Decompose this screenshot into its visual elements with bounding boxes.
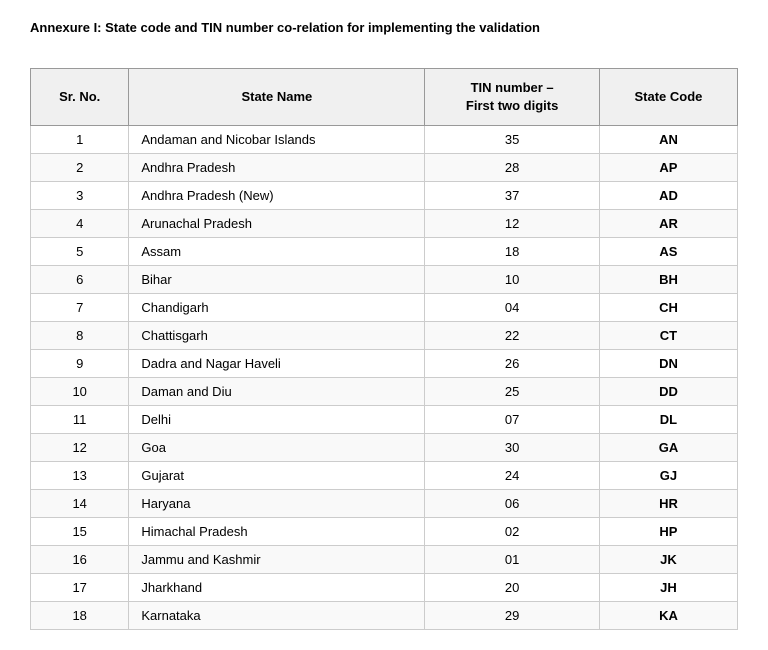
cell-code: HR [599,490,737,518]
table-row: 10Daman and Diu25DD [31,378,738,406]
cell-code: AR [599,210,737,238]
cell-state: Bihar [129,266,425,294]
cell-tin: 22 [425,322,600,350]
cell-tin: 07 [425,406,600,434]
state-code-table: Sr. No. State Name TIN number –First two… [30,68,738,630]
table-row: 15Himachal Pradesh02HP [31,518,738,546]
cell-state: Andhra Pradesh (New) [129,182,425,210]
page-title: Annexure I: State code and TIN number co… [30,20,738,35]
cell-state: Assam [129,238,425,266]
cell-tin: 29 [425,602,600,630]
cell-state: Daman and Diu [129,378,425,406]
cell-srno: 17 [31,574,129,602]
table-row: 2Andhra Pradesh28AP [31,154,738,182]
col-header-tin: TIN number –First two digits [425,69,600,126]
table-row: 3Andhra Pradesh (New)37AD [31,182,738,210]
cell-srno: 2 [31,154,129,182]
cell-srno: 3 [31,182,129,210]
table-row: 16Jammu and Kashmir01JK [31,546,738,574]
cell-state: Haryana [129,490,425,518]
table-row: 9Dadra and Nagar Haveli26DN [31,350,738,378]
cell-tin: 28 [425,154,600,182]
cell-code: DD [599,378,737,406]
cell-tin: 02 [425,518,600,546]
cell-code: DN [599,350,737,378]
cell-srno: 18 [31,602,129,630]
cell-state: Dadra and Nagar Haveli [129,350,425,378]
cell-code: GA [599,434,737,462]
cell-state: Goa [129,434,425,462]
cell-code: KA [599,602,737,630]
cell-code: DL [599,406,737,434]
cell-tin: 25 [425,378,600,406]
table-row: 7Chandigarh04CH [31,294,738,322]
cell-srno: 6 [31,266,129,294]
cell-srno: 1 [31,126,129,154]
cell-code: BH [599,266,737,294]
cell-srno: 12 [31,434,129,462]
cell-state: Jharkhand [129,574,425,602]
table-header-row: Sr. No. State Name TIN number –First two… [31,69,738,126]
table-row: 1Andaman and Nicobar Islands35AN [31,126,738,154]
cell-state: Arunachal Pradesh [129,210,425,238]
cell-srno: 13 [31,462,129,490]
cell-code: CT [599,322,737,350]
cell-srno: 10 [31,378,129,406]
col-header-code: State Code [599,69,737,126]
cell-state: Chandigarh [129,294,425,322]
cell-code: JK [599,546,737,574]
cell-code: AN [599,126,737,154]
cell-code: CH [599,294,737,322]
cell-tin: 37 [425,182,600,210]
cell-state: Gujarat [129,462,425,490]
col-header-state: State Name [129,69,425,126]
cell-srno: 9 [31,350,129,378]
table-row: 4Arunachal Pradesh12AR [31,210,738,238]
cell-tin: 20 [425,574,600,602]
cell-state: Andaman and Nicobar Islands [129,126,425,154]
table-row: 6Bihar10BH [31,266,738,294]
cell-state: Himachal Pradesh [129,518,425,546]
cell-srno: 5 [31,238,129,266]
cell-state: Karnataka [129,602,425,630]
cell-tin: 26 [425,350,600,378]
cell-tin: 04 [425,294,600,322]
cell-code: AS [599,238,737,266]
table-row: 8Chattisgarh22CT [31,322,738,350]
cell-tin: 30 [425,434,600,462]
col-header-srno: Sr. No. [31,69,129,126]
cell-code: AD [599,182,737,210]
table-row: 12Goa30GA [31,434,738,462]
table-row: 11Delhi07DL [31,406,738,434]
cell-tin: 12 [425,210,600,238]
table-row: 17Jharkhand20JH [31,574,738,602]
cell-state: Chattisgarh [129,322,425,350]
cell-srno: 14 [31,490,129,518]
cell-tin: 35 [425,126,600,154]
table-row: 14Haryana06HR [31,490,738,518]
table-row: 18Karnataka29KA [31,602,738,630]
cell-srno: 8 [31,322,129,350]
cell-code: AP [599,154,737,182]
cell-tin: 10 [425,266,600,294]
cell-state: Jammu and Kashmir [129,546,425,574]
cell-code: GJ [599,462,737,490]
cell-code: HP [599,518,737,546]
cell-tin: 18 [425,238,600,266]
cell-srno: 4 [31,210,129,238]
cell-state: Delhi [129,406,425,434]
cell-srno: 15 [31,518,129,546]
table-row: 5Assam18AS [31,238,738,266]
cell-tin: 06 [425,490,600,518]
cell-state: Andhra Pradesh [129,154,425,182]
cell-srno: 16 [31,546,129,574]
cell-code: JH [599,574,737,602]
table-row: 13Gujarat24GJ [31,462,738,490]
cell-tin: 01 [425,546,600,574]
cell-srno: 7 [31,294,129,322]
cell-srno: 11 [31,406,129,434]
cell-tin: 24 [425,462,600,490]
